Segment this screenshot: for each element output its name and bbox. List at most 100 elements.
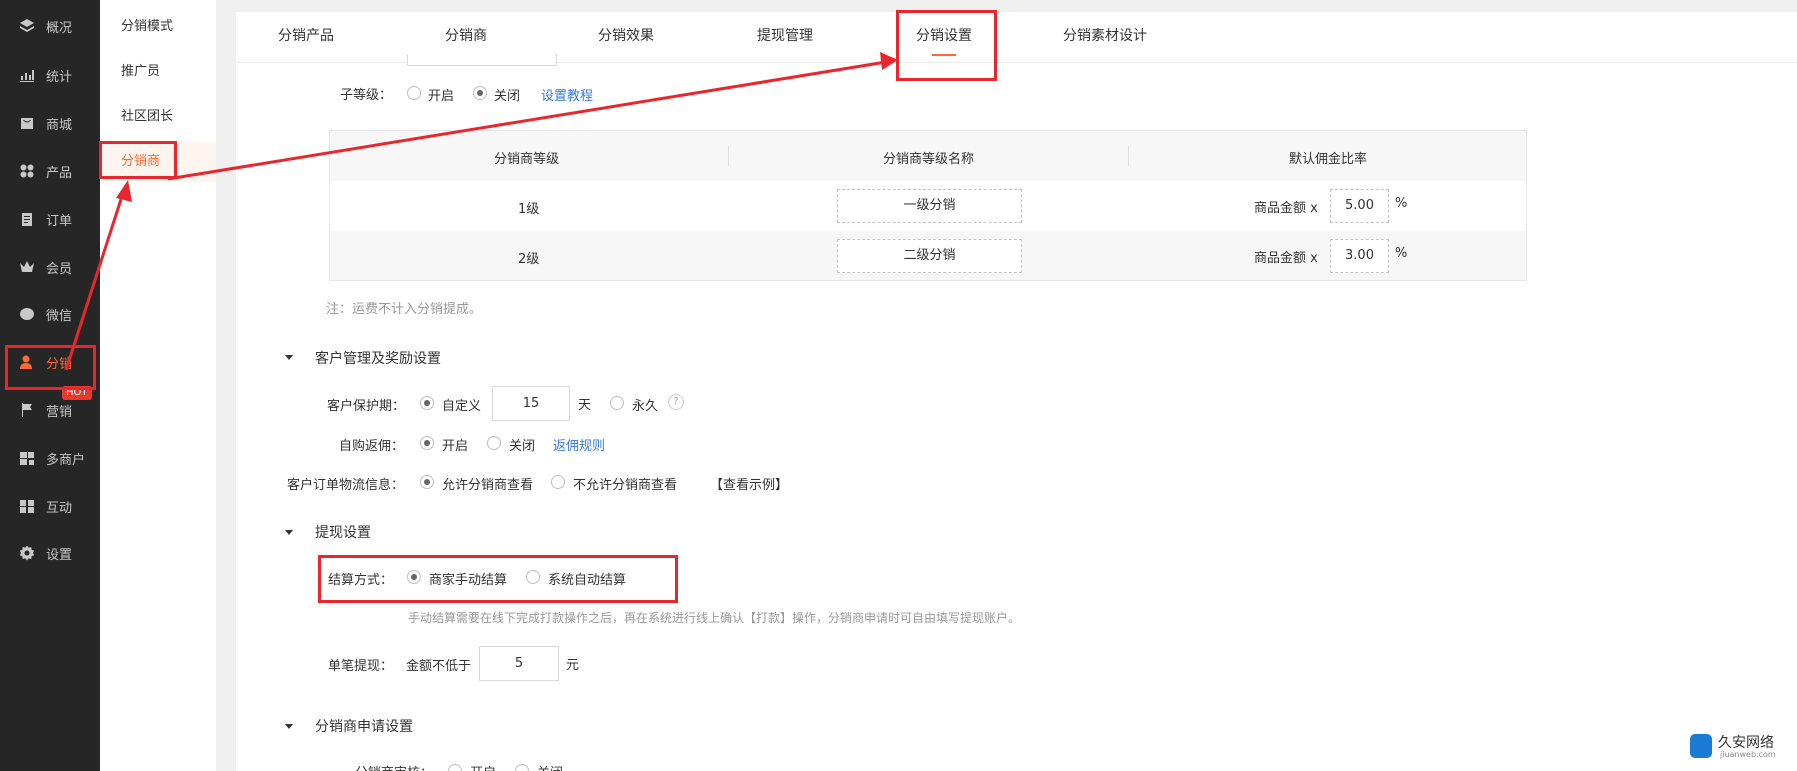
self-rebate-on-label: 开启 [442,439,469,454]
single-withdraw-input[interactable]: 5 [479,646,559,681]
rate-input[interactable]: 3.00 [1330,239,1389,273]
rate-unit: % [1395,196,1408,211]
layers-icon [18,17,36,35]
view-example-link[interactable]: 【查看示例】 [710,474,788,493]
protection-forever-radio[interactable] [610,396,624,410]
nav-item-statistics[interactable]: 统计 [0,55,100,95]
annotation-box-distribution-nav [5,345,96,390]
sub-item-distribution-mode[interactable]: 分销模式 [100,7,216,47]
nav-label: 产品 [46,165,73,181]
chart-icon [18,66,36,84]
nav-item-wechat[interactable]: 微信 [0,294,100,334]
nav-label: 设置 [46,547,73,563]
sub-item-promoter[interactable]: 推广员 [100,52,216,92]
apply-review-on-radio[interactable] [448,764,462,771]
grid-icon [18,162,36,180]
nav-item-marketing[interactable]: 营销 [0,390,100,430]
tab-material-design[interactable]: 分销素材设计 [1063,12,1147,62]
crown-icon [18,258,36,276]
sub-level-off-radio[interactable] [473,86,487,100]
nav-label: 会员 [46,261,73,277]
sub-level-on-radio[interactable] [407,86,421,100]
shipping-note: 注：运费不计入分销提成。 [326,302,483,317]
self-rebate-label: 自购返佣： [339,439,405,454]
collapse-caret-icon[interactable] [285,355,293,360]
protection-days-input[interactable]: 15 [492,386,570,421]
section-title-withdraw: 提现设置 [315,525,371,541]
apply-review-on-label: 开启 [470,762,496,771]
protection-custom-label: 自定义 [442,399,482,414]
protection-forever-label: 永久 [632,399,659,414]
nav-label: 商城 [46,117,73,133]
nav-label: 概况 [46,20,73,36]
nav-item-interaction[interactable]: 互动 [0,486,100,526]
nav-label: 互动 [46,500,73,516]
rate-input[interactable]: 5.00 [1330,189,1389,223]
tab-distribution-product[interactable]: 分销产品 [278,12,334,62]
sub-level-on-label: 开启 [428,89,455,104]
nav-label: 多商户 [46,452,86,468]
single-withdraw-prefix: 金额不低于 [406,659,472,674]
rate-unit: % [1395,246,1408,261]
gear-icon [18,544,36,562]
partially-visible-row: 分销商审核： 开启 关闭 [300,756,600,771]
tab-withdraw-management[interactable]: 提现管理 [757,12,813,62]
watermark-logo-icon [1690,734,1712,758]
logistics-deny-radio[interactable] [551,475,565,489]
setup-tutorial-link[interactable]: 设置教程 [541,85,593,104]
sub-sidebar: 分销模式 推广员 社区团长 分销商 [100,0,216,771]
nav-label: 统计 [46,69,73,85]
annotation-box-settings-tab [896,10,997,81]
apply-review-label: 分销商审核： [355,762,433,771]
logistics-label: 客户订单物流信息： [287,478,405,493]
section-title-apply: 分销商申请设置 [315,719,413,735]
logistics-deny-label: 不允许分销商查看 [573,478,678,493]
row-level: 1级 [518,202,540,217]
table-row: 2级 二级分销 商品金额 x 3.00 % [330,231,1526,280]
protection-day-unit: 天 [578,398,592,413]
level-name-input[interactable]: 二级分销 [837,239,1022,273]
nav-label: 订单 [46,213,73,229]
self-rebate-off-label: 关闭 [509,439,536,454]
truncated-input[interactable] [407,54,557,66]
annotation-box-distributor-sub [99,141,177,179]
nav-label: 微信 [46,308,73,324]
level-name-input[interactable]: 一级分销 [837,189,1022,223]
self-rebate-off-radio[interactable] [487,436,501,450]
header-level-name: 分销商等级名称 [883,152,975,167]
nav-item-member[interactable]: 会员 [0,247,100,287]
apply-review-off-label: 关闭 [537,762,563,771]
nav-item-overview[interactable]: 概况 [0,6,100,46]
row-level: 2级 [518,252,540,267]
protection-custom-radio[interactable] [420,396,434,410]
tab-distribution-effect[interactable]: 分销效果 [598,12,654,62]
single-withdraw-label: 单笔提现： [328,659,394,674]
level-table: 分销商等级 分销商等级名称 默认佣金比率 1级 一级分销 商品金额 x 5.00… [329,130,1527,281]
nav-item-mall[interactable]: 商城 [0,103,100,143]
self-rebate-on-radio[interactable] [420,436,434,450]
nav-item-order[interactable]: 订单 [0,199,100,239]
interact-icon [18,497,36,515]
sub-level-off-label: 关闭 [494,89,521,104]
rebate-rule-link[interactable]: 返佣规则 [553,435,605,454]
annotation-box-settle-method [318,555,678,603]
order-icon [18,210,36,228]
help-icon[interactable]: ? [668,394,684,410]
watermark: 久安网络 jiuanweb.com [1690,732,1792,766]
section-title-customer: 客户管理及奖励设置 [315,351,441,367]
nav-item-settings[interactable]: 设置 [0,533,100,573]
apply-review-off-radio[interactable] [515,764,529,771]
settle-hint: 手动结算需要在线下完成打款操作之后，再在系统进行线上确认【打款】操作，分销商申请… [408,611,1021,625]
merchant-icon [18,449,36,467]
sub-item-community-leader[interactable]: 社区团长 [100,97,216,137]
wechat-icon [18,305,36,323]
collapse-caret-icon[interactable] [285,724,293,729]
nav-item-multi-merchant[interactable]: 多商户 [0,438,100,478]
rate-prefix: 商品金额 x [1254,201,1318,216]
header-level: 分销商等级 [494,152,560,167]
logistics-allow-radio[interactable] [420,475,434,489]
single-withdraw-unit: 元 [566,658,580,673]
table-row: 1级 一级分销 商品金额 x 5.00 % [330,181,1526,231]
collapse-caret-icon[interactable] [285,530,293,535]
nav-item-product[interactable]: 产品 [0,151,100,191]
